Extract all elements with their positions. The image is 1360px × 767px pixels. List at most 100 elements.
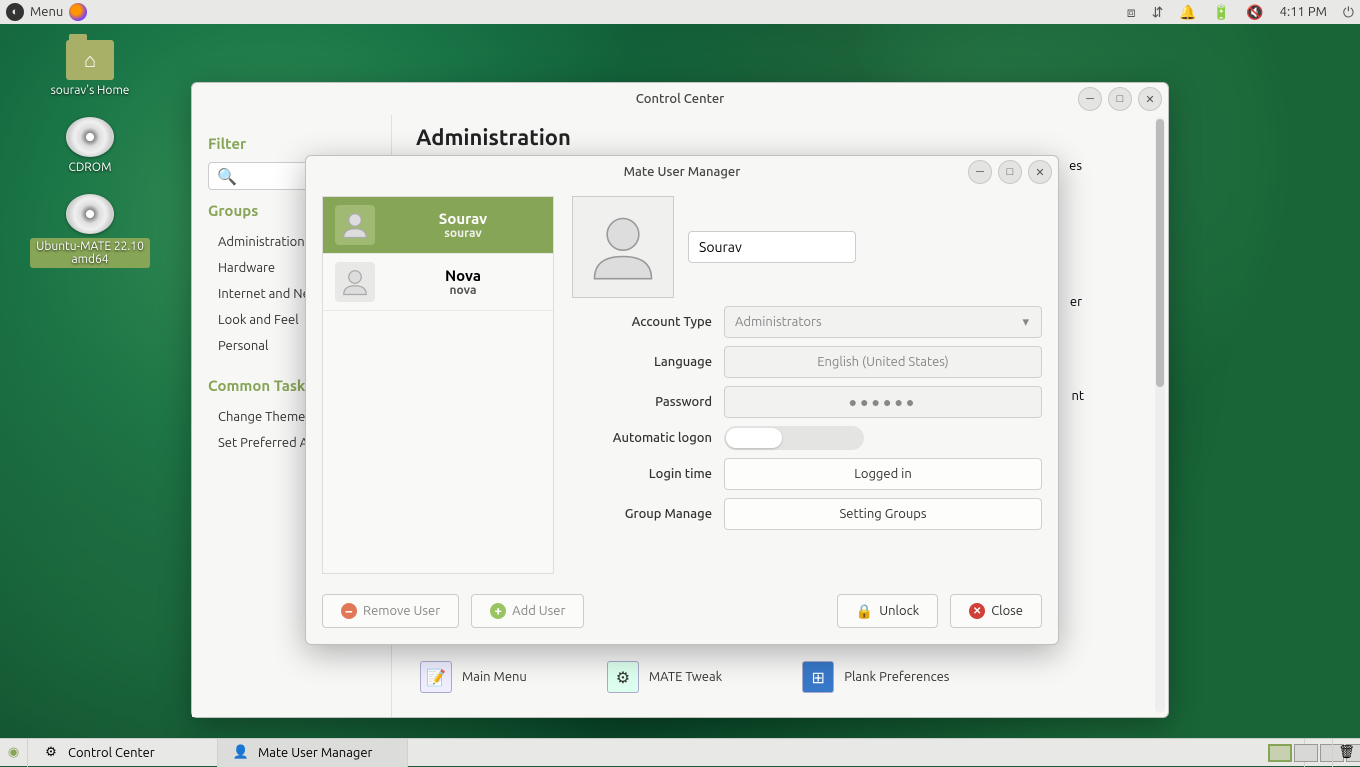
bottom-panel: ◉ ⚙ Control Center 👤 Mate User Manager 🗑 xyxy=(0,738,1360,766)
connection-icon[interactable]: ⇵ xyxy=(1152,4,1164,21)
user-list-item-nova[interactable]: Nova nova xyxy=(323,254,553,311)
unlock-button[interactable]: 🔒 Unlock xyxy=(837,594,938,628)
maximize-button[interactable]: □ xyxy=(1108,87,1132,111)
notification-icon[interactable]: 🔔 xyxy=(1179,4,1196,21)
menu-editor-icon: 📝 xyxy=(420,661,452,693)
tweak-icon: ⚙ xyxy=(607,661,639,693)
home-folder-label: sourav's Home xyxy=(51,84,130,97)
partial-item[interactable]: es xyxy=(1069,159,1082,173)
workspace-switcher[interactable] xyxy=(1304,739,1332,767)
search-icon: 🔍 xyxy=(217,167,237,186)
unlock-label: Unlock xyxy=(879,604,919,618)
user-list: Sourav sourav Nova nova xyxy=(322,196,554,574)
language-button[interactable]: English (United States) xyxy=(724,346,1042,378)
disc-icon xyxy=(66,117,114,157)
cc-item-main-menu[interactable]: 📝 Main Menu xyxy=(420,661,527,693)
user-username: sourav xyxy=(385,227,541,240)
cc-item-label: Plank Preferences xyxy=(844,670,949,684)
clock[interactable]: 4:11 PM xyxy=(1280,5,1327,19)
workspace-2[interactable] xyxy=(1294,744,1318,762)
main-menu-icon[interactable]: ◐ xyxy=(6,3,24,21)
user-avatar-large[interactable] xyxy=(572,196,674,298)
language-label: Language xyxy=(572,355,712,369)
page-title: Administration xyxy=(416,125,1144,150)
minimize-button[interactable]: ─ xyxy=(1078,87,1102,111)
top-panel: ◐ Menu ⧈ ⇵ 🔔 🔋 🔇 4:11 PM ⏻ xyxy=(0,0,1360,24)
auto-logon-toggle[interactable] xyxy=(724,426,864,450)
home-folder-icon[interactable]: sourav's Home xyxy=(30,40,150,97)
login-time-value: Logged in xyxy=(854,467,912,481)
user-username: nova xyxy=(385,284,541,297)
avatar-icon xyxy=(335,205,375,245)
workspace-1[interactable] xyxy=(1268,744,1292,762)
remove-user-label: Remove User xyxy=(363,604,440,618)
menu-label[interactable]: Menu xyxy=(30,5,63,19)
taskbar-label: Mate User Manager xyxy=(258,746,372,760)
close-icon: ✕ xyxy=(969,603,985,619)
iso-label: Ubuntu-MATE 22.10 amd64 xyxy=(30,238,150,268)
minimize-button[interactable]: ─ xyxy=(968,160,992,184)
close-label: Close xyxy=(991,604,1023,618)
user-manager-window: Mate User Manager ─ □ ✕ Sourav sourav xyxy=(305,155,1059,645)
remove-user-button[interactable]: − Remove User xyxy=(322,594,459,628)
bluetooth-icon[interactable]: ⧈ xyxy=(1127,4,1136,21)
power-icon[interactable]: ⏻ xyxy=(1343,4,1354,21)
lock-icon: 🔒 xyxy=(856,603,873,620)
cc-item-label: MATE Tweak xyxy=(649,670,722,684)
firefox-icon[interactable] xyxy=(69,3,87,21)
close-button[interactable]: ✕ xyxy=(1138,87,1162,111)
scrollbar[interactable] xyxy=(1155,117,1165,713)
taskbar-user-manager[interactable]: 👤 Mate User Manager xyxy=(218,739,408,767)
group-manage-value: Setting Groups xyxy=(839,507,926,521)
account-type-select[interactable]: Administrators xyxy=(724,306,1042,338)
user-display-name: Nova xyxy=(385,267,541,284)
window-title: Control Center xyxy=(636,92,725,106)
control-center-icon: ⚙ xyxy=(42,744,60,762)
show-desktop-button[interactable]: ◉ xyxy=(0,739,28,767)
iso-disc-icon[interactable]: Ubuntu-MATE 22.10 amd64 xyxy=(30,194,150,268)
add-user-label: Add User xyxy=(512,604,565,618)
cc-item-mate-tweak[interactable]: ⚙ MATE Tweak xyxy=(607,661,722,693)
control-center-titlebar[interactable]: Control Center ─ □ ✕ xyxy=(192,83,1168,115)
cc-item-label: Main Menu xyxy=(462,670,527,684)
account-type-value: Administrators xyxy=(735,315,822,329)
maximize-button[interactable]: □ xyxy=(998,160,1022,184)
add-user-button[interactable]: + Add User xyxy=(471,594,584,628)
cdrom-label: CDROM xyxy=(68,161,111,174)
volume-icon[interactable]: 🔇 xyxy=(1246,4,1263,21)
plank-icon: ⊞ xyxy=(802,661,834,693)
user-manager-icon: 👤 xyxy=(232,744,250,762)
close-button[interactable]: ✕ xyxy=(1028,160,1052,184)
trash-icon[interactable]: 🗑 xyxy=(1332,739,1360,767)
user-manager-titlebar[interactable]: Mate User Manager ─ □ ✕ xyxy=(306,156,1058,188)
partial-item[interactable]: nt xyxy=(1071,389,1084,403)
cdrom-icon[interactable]: CDROM xyxy=(30,117,150,174)
password-value: ●●●●●● xyxy=(849,394,918,410)
user-name-input[interactable] xyxy=(688,231,856,263)
auto-logon-label: Automatic logon xyxy=(572,431,712,445)
user-display-name: Sourav xyxy=(385,210,541,227)
taskbar-label: Control Center xyxy=(68,746,155,760)
partial-item[interactable]: er xyxy=(1070,295,1082,309)
password-label: Password xyxy=(572,395,712,409)
disc-icon xyxy=(66,194,114,234)
login-time-button[interactable]: Logged in xyxy=(724,458,1042,490)
desktop-icons: sourav's Home CDROM Ubuntu-MATE 22.10 am… xyxy=(30,40,150,268)
cc-item-plank[interactable]: ⊞ Plank Preferences xyxy=(802,661,949,693)
group-manage-label: Group Manage xyxy=(572,507,712,521)
taskbar-control-center[interactable]: ⚙ Control Center xyxy=(28,739,218,767)
account-type-label: Account Type xyxy=(572,315,712,329)
user-details-pane: Account Type Administrators Language Eng… xyxy=(572,196,1042,574)
plus-icon: + xyxy=(490,603,506,619)
battery-icon[interactable]: 🔋 xyxy=(1213,4,1230,21)
group-manage-button[interactable]: Setting Groups xyxy=(724,498,1042,530)
window-title: Mate User Manager xyxy=(624,165,741,179)
login-time-label: Login time xyxy=(572,467,712,481)
avatar-icon xyxy=(335,262,375,302)
user-list-item-sourav[interactable]: Sourav sourav xyxy=(323,197,553,254)
folder-icon xyxy=(66,40,114,80)
password-button[interactable]: ●●●●●● xyxy=(724,386,1042,418)
filter-heading: Filter xyxy=(208,135,391,152)
close-dialog-button[interactable]: ✕ Close xyxy=(950,594,1042,628)
language-value: English (United States) xyxy=(817,355,949,369)
